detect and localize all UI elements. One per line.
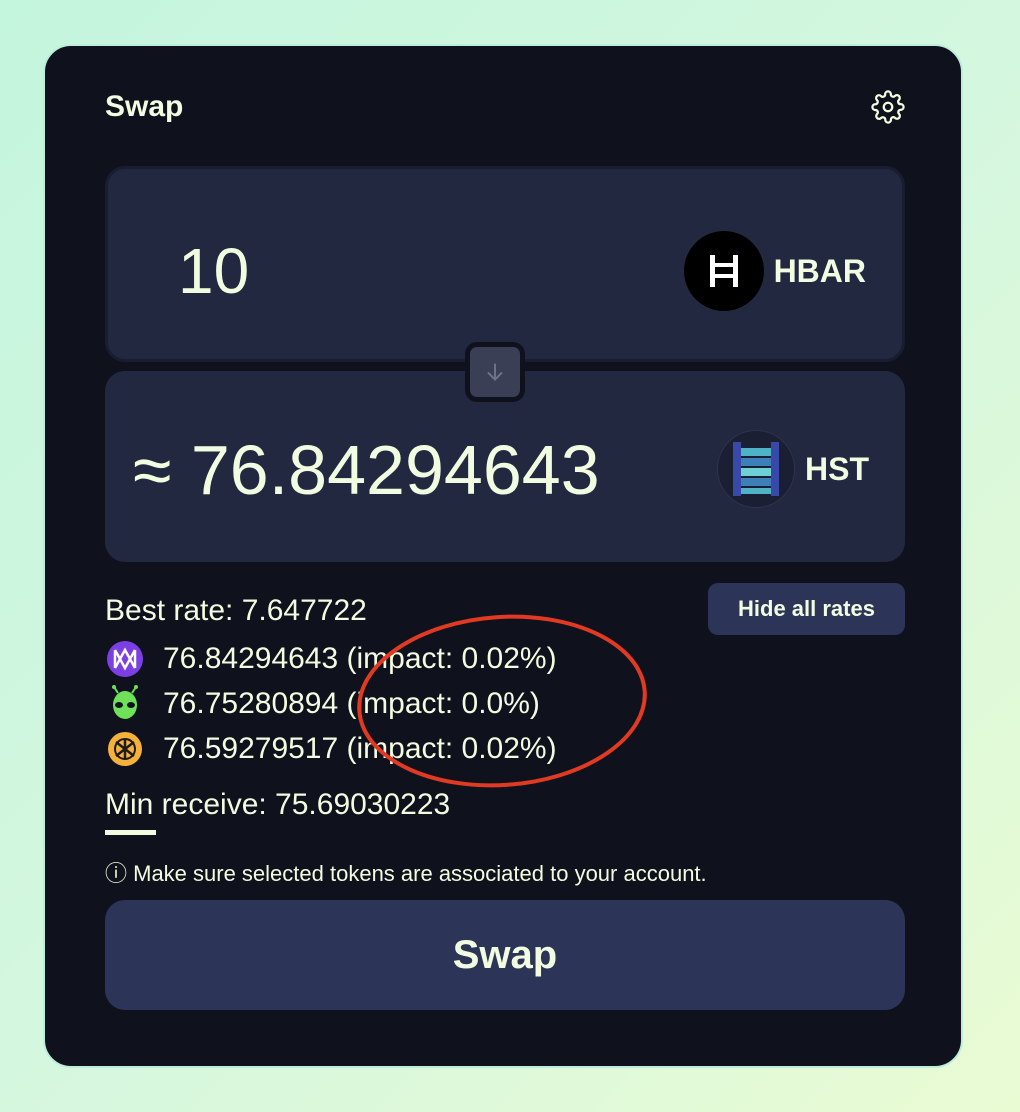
rate-row: 76.75280894 (impact: 0.0%)	[105, 684, 540, 724]
hide-all-rates-button[interactable]: Hide all rates	[708, 583, 905, 635]
rate-row: 76.59279517 (impact: 0.02%)	[105, 729, 557, 769]
from-amount-input[interactable]: 10	[178, 239, 249, 303]
to-token-label: HST	[805, 450, 869, 487]
tab-underline	[105, 830, 156, 835]
purple-dex-icon	[105, 639, 145, 679]
from-token-selector[interactable]: HBAR	[683, 231, 866, 311]
rate-value: 76.84294643 (impact: 0.02%)	[163, 642, 557, 675]
hedera-logo-icon	[683, 231, 764, 311]
from-token-panel: 10 HBAR	[105, 166, 905, 362]
min-receive-label[interactable]: Min receive: 75.69030223	[105, 788, 450, 822]
from-token-label: HBAR	[773, 252, 866, 289]
gear-icon[interactable]	[871, 90, 905, 124]
orange-dex-icon	[105, 729, 145, 769]
rate-row: 76.84294643 (impact: 0.02%)	[105, 639, 557, 679]
best-rate-label: Best rate: 7.647722	[105, 594, 367, 627]
hst-logo-icon	[717, 430, 795, 508]
switch-direction-button[interactable]	[465, 342, 525, 402]
swap-button[interactable]: Swap	[105, 900, 905, 1010]
association-notice: ⓘ Make sure selected tokens are associat…	[105, 861, 707, 886]
to-token-selector[interactable]: HST	[717, 430, 869, 508]
page-title: Swap	[105, 90, 184, 123]
swap-card: Swap 10 HBAR ≈ 76.84294643 HST Best rate…	[43, 44, 963, 1068]
to-amount-output: ≈ 76.84294643	[133, 431, 600, 509]
rate-value: 76.59279517 (impact: 0.02%)	[163, 732, 557, 765]
rate-value: 76.75280894 (impact: 0.0%)	[163, 687, 540, 720]
arrow-down-icon	[487, 363, 503, 381]
alien-icon	[105, 684, 145, 724]
